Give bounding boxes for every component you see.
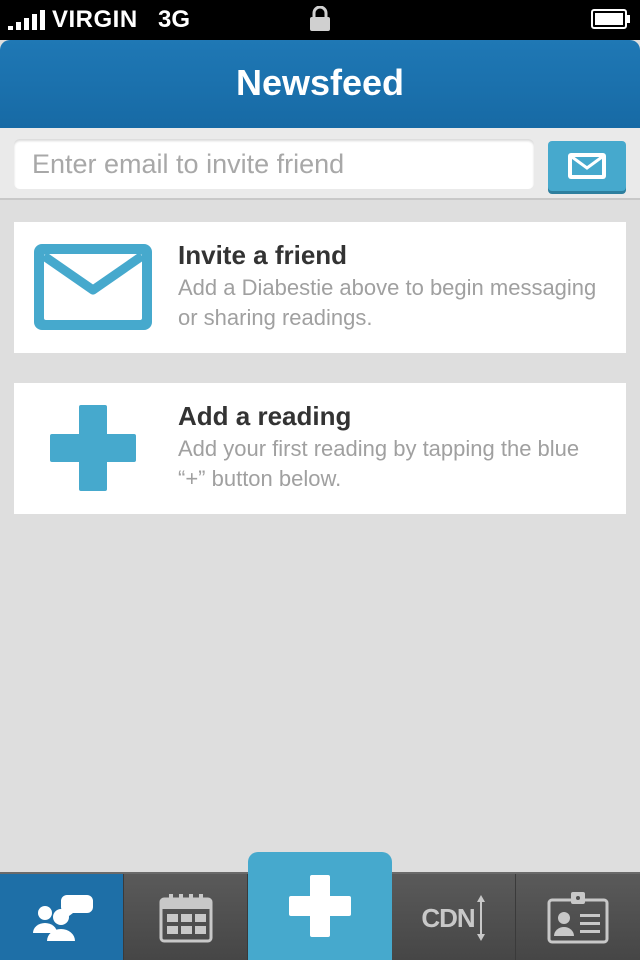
cdn-arrow-icon xyxy=(476,895,485,941)
mail-icon xyxy=(34,244,152,330)
id-card-icon xyxy=(547,892,609,944)
card-title: Add a reading xyxy=(178,401,352,431)
people-chat-icon xyxy=(32,895,93,941)
cdn-label: CDN xyxy=(421,902,475,933)
card-description: Add your first reading by tapping the bl… xyxy=(178,436,580,491)
signal-strength-icon xyxy=(8,10,45,30)
lock-icon xyxy=(310,6,330,31)
page-title: Newsfeed xyxy=(235,62,405,103)
invite-friend-card[interactable]: Invite a friend Add a Diabestie above to… xyxy=(14,222,626,353)
plus-icon xyxy=(50,405,136,491)
card-description: Add a Diabestie above to begin messaging… xyxy=(178,275,597,330)
mail-icon xyxy=(568,153,606,179)
tab-newsfeed[interactable] xyxy=(0,874,124,960)
invite-bar xyxy=(0,128,640,200)
add-reading-card[interactable]: Add a reading Add your first reading by … xyxy=(14,383,626,514)
invite-email-input[interactable] xyxy=(14,139,534,189)
battery-icon xyxy=(591,9,630,29)
plus-icon xyxy=(289,875,351,937)
send-invite-button[interactable] xyxy=(548,141,626,191)
carrier-name: VIRGIN xyxy=(52,6,138,33)
tab-profile[interactable] xyxy=(516,874,640,960)
nav-header: Newsfeed xyxy=(0,40,640,128)
network-type: 3G xyxy=(158,6,191,33)
tab-calendar[interactable] xyxy=(124,874,248,960)
calendar-icon xyxy=(159,894,212,943)
card-title: Invite a friend xyxy=(178,240,348,270)
status-bar: VIRGIN 3G xyxy=(0,0,640,40)
tab-cdn[interactable]: CDN xyxy=(392,874,516,960)
add-reading-button[interactable] xyxy=(248,852,392,960)
